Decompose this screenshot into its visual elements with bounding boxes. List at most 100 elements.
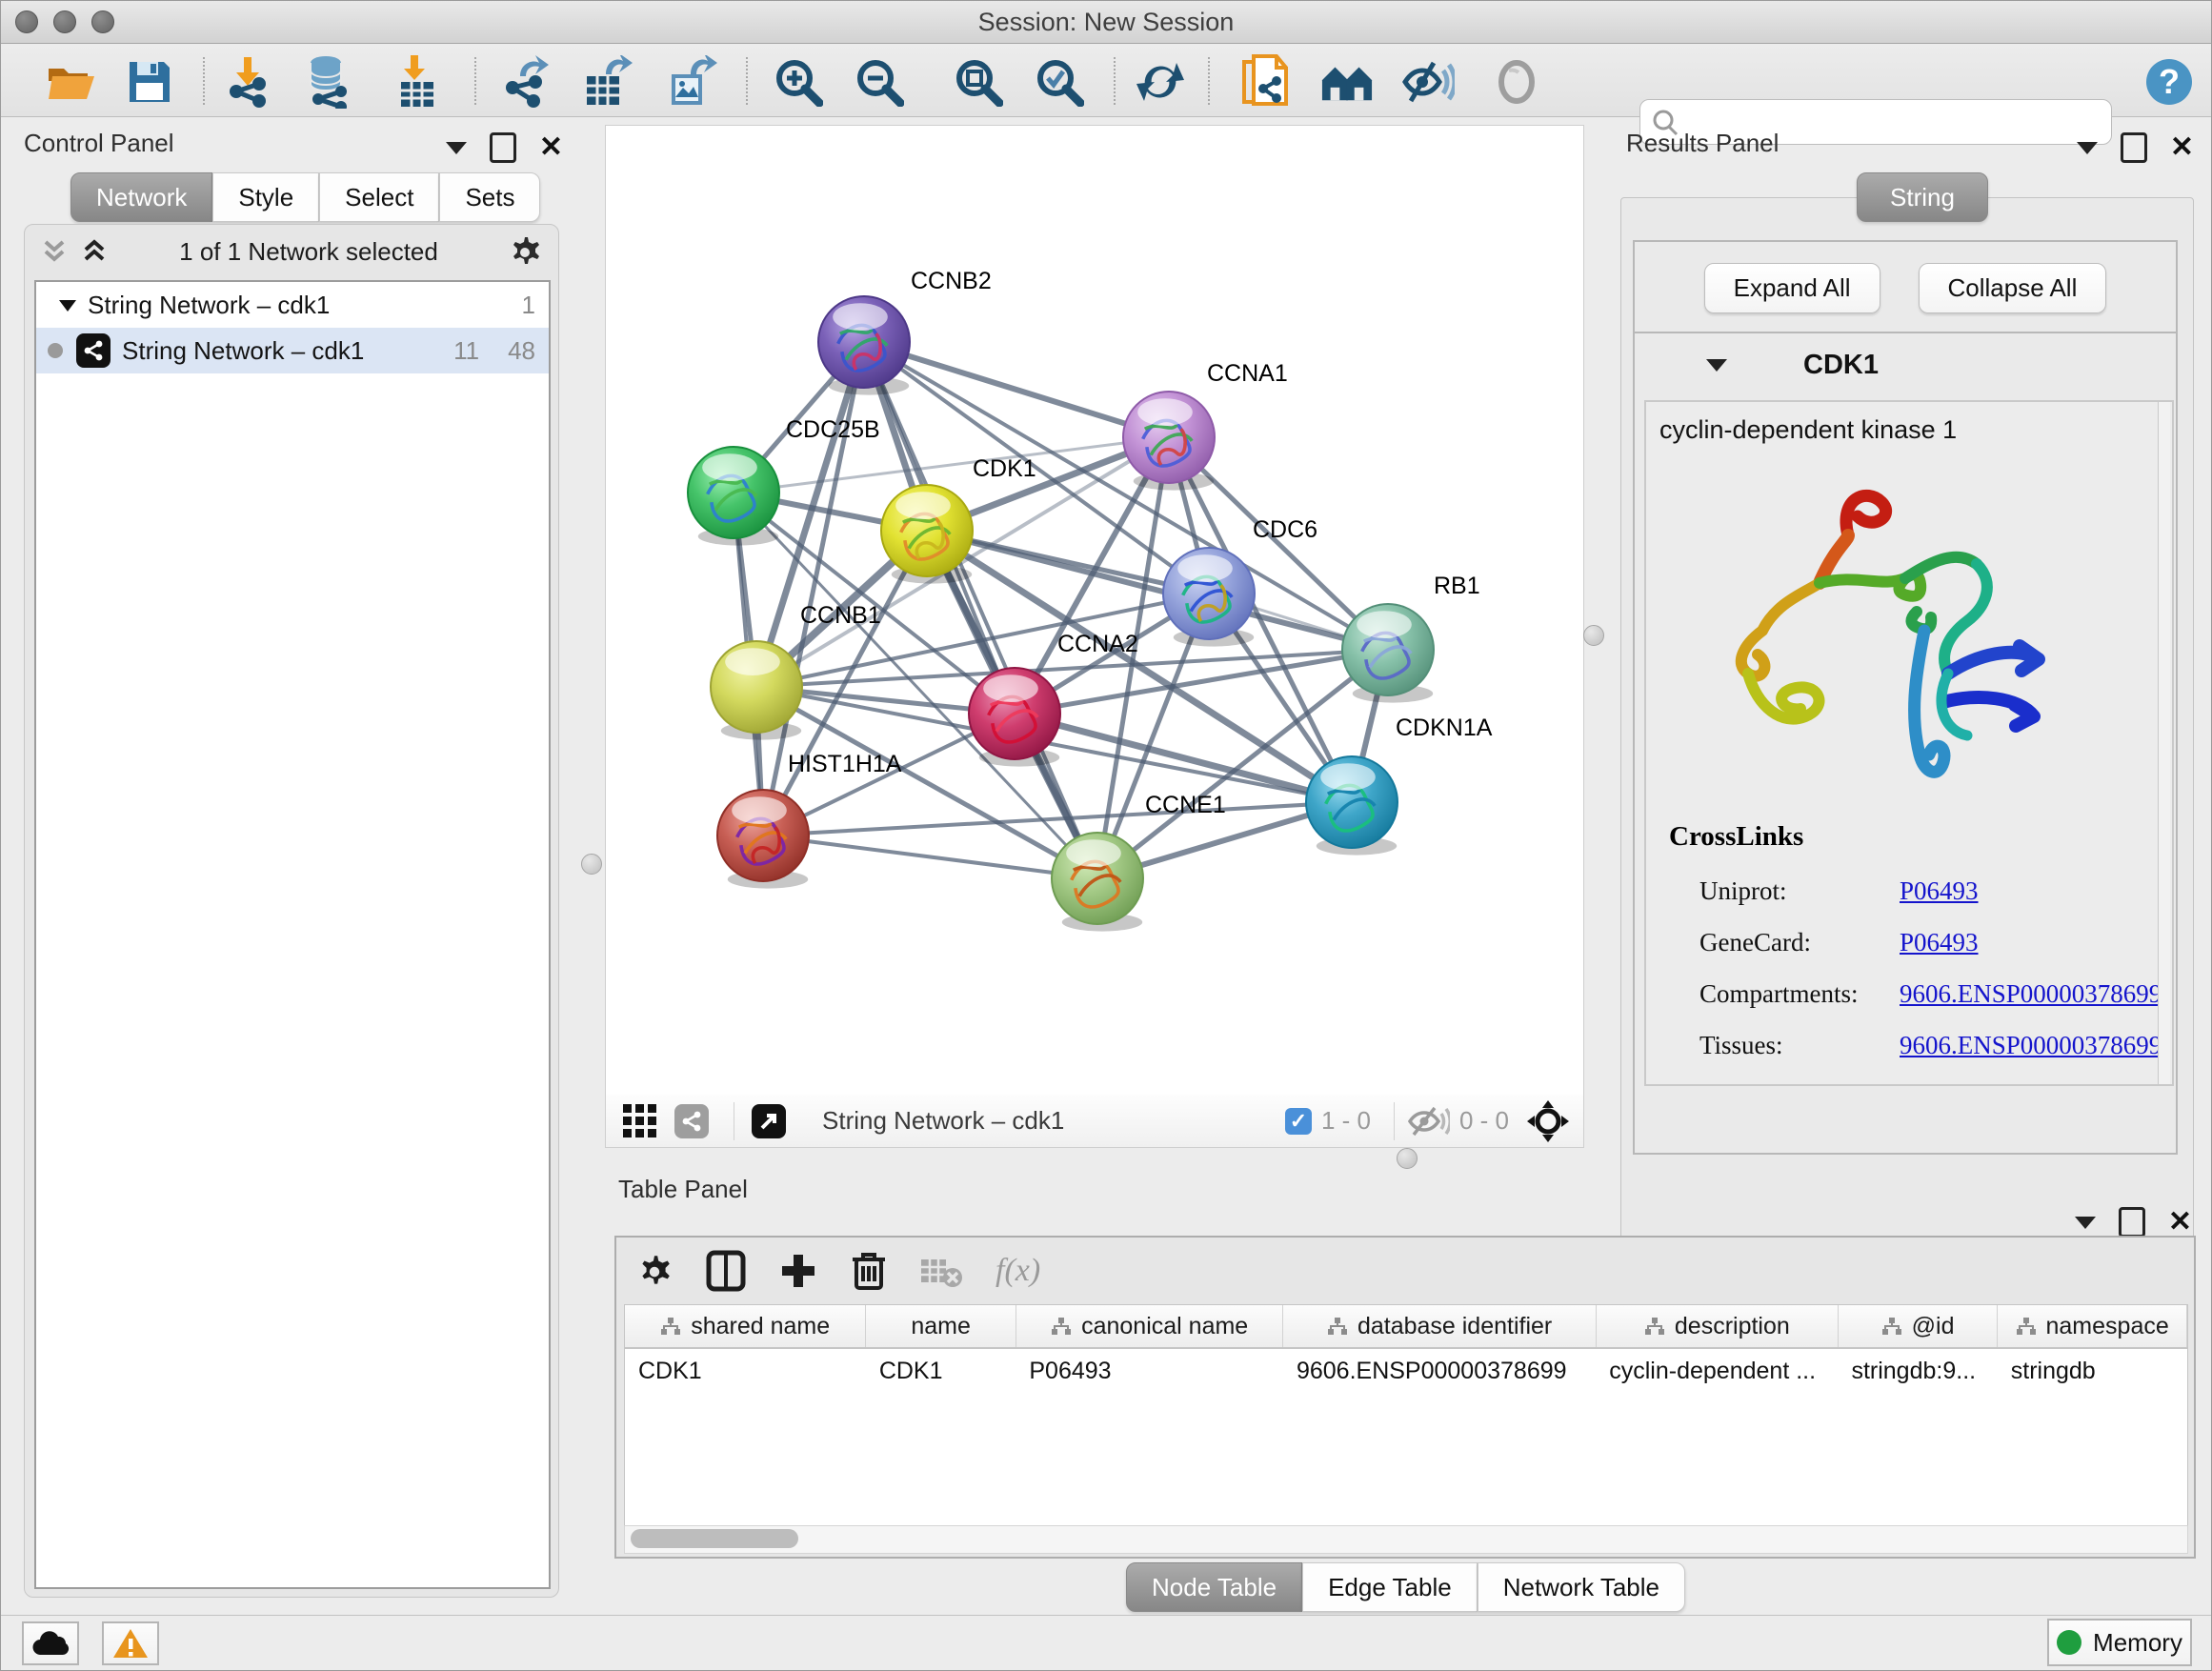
table-panel-float-icon[interactable] [2119, 1207, 2145, 1238]
birds-eye-view-icon[interactable] [621, 1102, 659, 1140]
table-gear-icon[interactable] [635, 1252, 674, 1290]
import-network-from-database-button[interactable] [302, 55, 355, 109]
show-all-button[interactable] [1490, 55, 1543, 109]
delete-column-trash-icon[interactable] [851, 1250, 887, 1292]
help-button[interactable]: ? [2142, 55, 2196, 109]
fit-selected-crosshair-icon[interactable] [1526, 1099, 1570, 1143]
network-collection-row[interactable]: String Network – cdk1 1 [36, 282, 549, 328]
open-session-button[interactable] [45, 55, 98, 109]
collapse-all-chevron-icon[interactable] [38, 236, 70, 267]
right-splitter-grabber[interactable] [1583, 625, 1604, 646]
node-CDKN1A[interactable]: CDKN1A [1306, 715, 1493, 856]
import-network-database-icon [303, 55, 354, 109]
left-splitter-grabber[interactable] [581, 854, 602, 875]
warning-status-button[interactable] [102, 1621, 159, 1665]
results-panel-close-icon[interactable]: ✕ [2170, 135, 2194, 160]
tab-sets[interactable]: Sets [439, 172, 540, 222]
crosslink-link[interactable]: P06493 [1900, 928, 1979, 957]
crosslink-link[interactable]: P06493 [1900, 1082, 1979, 1087]
show-columns-icon[interactable] [706, 1250, 746, 1292]
toolbar-separator [203, 57, 205, 105]
cloud-status-button[interactable] [22, 1621, 79, 1665]
export-table-icon [583, 55, 633, 109]
gear-icon[interactable] [507, 233, 543, 270]
control-panel-menu-caret-icon[interactable] [446, 142, 467, 154]
tab-style[interactable]: Style [212, 172, 319, 222]
crosslink-link[interactable]: 9606.ENSP00000378699 [1900, 1031, 2162, 1060]
zoom-out-button[interactable] [853, 55, 906, 109]
entry-gene-name: CDK1 [1803, 350, 1879, 381]
expand-all-chevron-icon[interactable] [78, 236, 111, 267]
table-panel-close-icon[interactable]: ✕ [2168, 1210, 2192, 1235]
function-builder-button[interactable]: f(x) [995, 1253, 1040, 1289]
column-header-@id[interactable]: @id [1838, 1305, 1997, 1348]
hidden-eye-icon[interactable] [1408, 1105, 1450, 1137]
results-panel-tabs: String [1857, 172, 1988, 222]
hide-selected-button[interactable] [1401, 55, 1455, 109]
tab-edge-table[interactable]: Edge Table [1302, 1562, 1478, 1612]
import-network-button[interactable] [221, 55, 274, 109]
edge-CCNB2-CCNA1[interactable] [864, 342, 1169, 437]
zoom-fit-button[interactable] [952, 55, 1005, 109]
zoom-in-button[interactable] [772, 55, 825, 109]
export-network-button[interactable] [500, 55, 553, 109]
collapse-all-button[interactable]: Collapse All [1919, 263, 2107, 313]
table-panel-menu-caret-icon[interactable] [2075, 1217, 2096, 1229]
table-panel: Table Panel ✕ [605, 1161, 2203, 1603]
edge-CDK1-RB1[interactable] [927, 531, 1388, 650]
tab-network-table[interactable]: Network Table [1478, 1562, 1685, 1612]
column-header-namespace[interactable]: namespace [1998, 1305, 2187, 1348]
import-table-button[interactable] [391, 55, 444, 109]
export-image-button[interactable] [666, 55, 719, 109]
open-in-window-icon[interactable] [752, 1104, 786, 1138]
tab-node-table[interactable]: Node Table [1126, 1562, 1302, 1612]
create-column-plus-icon[interactable] [778, 1251, 818, 1291]
cloud-icon [31, 1630, 70, 1657]
network-canvas[interactable]: CCNB2CCNA1CDC25BCDK1CDC6RB1CCNB1CCNA2CDK… [605, 125, 1584, 1097]
entry-description: cyclin-dependent kinase 1 [1659, 415, 1957, 445]
save-session-button[interactable] [123, 55, 176, 109]
delete-table-icon[interactable] [919, 1254, 963, 1288]
table-row[interactable]: CDK1CDK1P064939606.ENSP00000378699cyclin… [625, 1348, 2187, 1393]
new-network-from-selection-button[interactable] [1239, 55, 1293, 109]
results-panel-menu-caret-icon[interactable] [2077, 142, 2098, 154]
control-panel-float-icon[interactable] [490, 132, 516, 163]
column-header-canonical-name[interactable]: canonical name [1016, 1305, 1283, 1348]
edge-CCNB2-CCNE1[interactable] [864, 342, 1097, 878]
edge-HIST1H1A-CCNE1[interactable] [763, 836, 1097, 878]
crosslink-row: Tissues:9606.ENSP00000378699 [1699, 1019, 2166, 1071]
tab-string[interactable]: String [1857, 172, 1988, 222]
first-neighbors-button[interactable] [1320, 55, 1374, 109]
scrollbar-thumb[interactable] [631, 1529, 798, 1548]
column-header-database-identifier[interactable]: database identifier [1283, 1305, 1596, 1348]
zoom-selected-button[interactable] [1033, 55, 1086, 109]
export-table-button[interactable] [581, 55, 634, 109]
column-header-name[interactable]: name [866, 1305, 1016, 1348]
entry-collapse-caret-icon[interactable] [1706, 359, 1727, 372]
tab-network[interactable]: Network [70, 172, 212, 222]
node-RB1[interactable]: RB1 [1342, 573, 1480, 703]
node-CCNB1[interactable]: CCNB1 [711, 602, 881, 740]
selected-checkbox-icon[interactable]: ✓ [1285, 1108, 1312, 1135]
apply-layout-button[interactable] [1134, 55, 1187, 109]
node-CDK1[interactable]: CDK1 [881, 455, 1036, 584]
crosslink-link[interactable]: 9606.ENSP00000378699 [1900, 979, 2162, 1009]
results-panel-float-icon[interactable] [2121, 132, 2147, 163]
node-HIST1H1A[interactable]: HIST1H1A [717, 751, 902, 889]
control-panel-tabs: NetworkStyleSelectSets [70, 172, 540, 222]
collection-expand-caret-icon[interactable] [57, 296, 78, 313]
tab-select[interactable]: Select [319, 172, 439, 222]
network-view-share-icon[interactable] [674, 1104, 709, 1138]
results-scrollbar[interactable] [2158, 402, 2170, 1084]
expand-all-button[interactable]: Expand All [1704, 263, 1880, 313]
table-horizontal-scrollbar[interactable] [624, 1525, 2188, 1554]
column-header-shared-name[interactable]: shared name [625, 1305, 866, 1348]
protein-structure-image [1705, 459, 2086, 831]
control-panel-close-icon[interactable]: ✕ [539, 135, 563, 160]
network-row-selected[interactable]: String Network – cdk1 11 48 [36, 328, 549, 373]
shared-column-icon [1051, 1317, 1072, 1336]
memory-button[interactable]: Memory [2047, 1619, 2192, 1666]
first-neighbors-icon [1320, 61, 1374, 103]
column-header-description[interactable]: description [1596, 1305, 1838, 1348]
crosslink-link[interactable]: P06493 [1900, 876, 1979, 906]
